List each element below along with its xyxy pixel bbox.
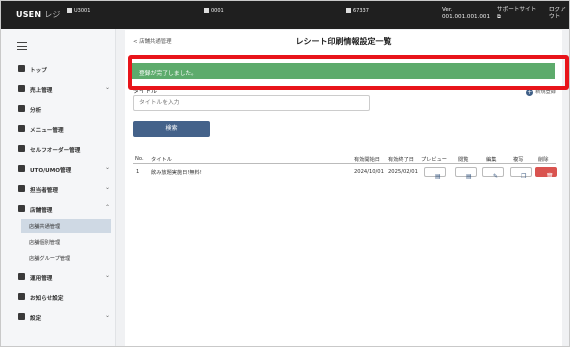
trash-icon: 🗑 [546,173,554,180]
sidebar-item-top[interactable]: トップ [1,61,116,77]
col-no: No. [135,156,144,162]
app-window: USEN レジ U3001 0001 67337 Ver. 001.001.00… [0,0,570,347]
people-icon [18,185,25,192]
highlight-box [128,55,569,90]
sidebar-item-analysis[interactable]: 分析 [1,101,116,117]
col-end-date: 有効終了日 [388,157,414,163]
col-preview: プレビュー [421,157,447,163]
row-end-date: 2025/02/01 [388,169,418,175]
sidebar: トップ 売上管理 ⌄ 分析 メニュー管理 セルフオーダー管理 UTO/UMO管理 ⌄… [1,29,116,346]
sidebar-item-operations[interactable]: 運用管理 ⌄ [1,269,116,285]
search-button[interactable]: 検索 [133,121,210,137]
chevron-down-icon: ⌄ [105,164,111,171]
terminal-id: 0001 [204,8,224,14]
col-delete: 削除 [538,157,549,163]
store-icon [67,8,72,13]
col-view: 閲覧 [458,157,469,163]
edit-button[interactable]: ✎ [482,167,504,180]
top-bar: USEN レジ U3001 0001 67337 Ver. 001.001.00… [1,1,569,29]
receipt-icon [18,85,25,92]
home-icon [18,65,25,72]
document-icon: ▤ [466,173,472,180]
tablet-icon [18,145,25,152]
preview-button[interactable]: ▤ [424,167,446,180]
sidebar-item-menu[interactable]: メニュー管理 [1,121,116,137]
col-copy: 複写 [513,157,524,163]
chevron-down-icon: ⌄ [105,84,111,91]
store-icon [18,205,25,212]
chevron-up-icon: ⌃ [105,204,111,211]
copy-icon: ❐ [521,173,527,180]
row-start-date: 2024/10/01 [354,169,384,175]
user-id: 67337 [346,8,369,14]
version-info: Ver. 001.001.001.001 [442,7,491,20]
sidebar-item-notifications[interactable]: お知らせ設定 [1,289,116,305]
sidebar-item-sales[interactable]: 売上管理 ⌄ [1,81,116,97]
page-title: レシート印刷情報設定一覧 [295,37,392,46]
col-title: タイトル [151,157,172,163]
store-code: U3001 [67,8,90,14]
title-search-input[interactable] [133,95,370,111]
chart-icon [18,105,25,112]
sidebar-item-staff[interactable]: 担当者管理 ⌄ [1,181,116,197]
document-icon: ▤ [435,173,441,180]
logout-link[interactable]: ログアウト [549,7,569,21]
menu-book-icon [18,125,25,132]
sidebar-item-settings[interactable]: 設定 ⌄ [1,309,116,325]
operations-icon [18,273,25,280]
plus-icon: + [526,89,534,96]
support-site-link[interactable]: サポートサイト ⧉ [497,7,536,21]
sidebar-item-uto-umo[interactable]: UTO/UMO管理 ⌄ [1,161,116,177]
gear-icon [18,313,25,320]
sidebar-subitem-store-common[interactable]: 店舗共通管理 [21,219,111,233]
chevron-down-icon: ⌄ [105,272,111,279]
row-no: 1 [136,169,140,175]
sidebar-item-store[interactable]: 店舗管理 ⌃ [1,201,116,217]
device-icon [18,165,25,172]
chevron-down-icon: ⌄ [105,312,111,319]
sidebar-item-self-order[interactable]: セルフオーダー管理 [1,141,116,157]
menu-icon[interactable] [17,42,27,50]
register-icon [204,8,209,13]
view-button[interactable]: ▤ [455,167,477,180]
pencil-icon: ✎ [493,173,499,180]
copy-button[interactable]: ❐ [510,167,532,180]
table-header: No. タイトル 有効開始日 有効終了日 プレビュー 閲覧 編集 複写 削除 [133,154,556,164]
col-start-date: 有効開始日 [354,157,380,163]
chevron-down-icon: ⌄ [105,184,111,191]
user-icon [346,8,351,13]
back-link[interactable]: < 店舗共通管理 [133,37,172,45]
table-row: 1 飲み放題実施日!無料! 2024/10/01 2025/02/01 ▤ ▤ … [133,165,557,180]
row-title: 飲み放題実施日!無料! [151,170,202,176]
bell-icon [18,293,25,300]
sidebar-subitem-store-group[interactable]: 店舗グループ管理 [21,251,111,265]
brand-logo: USEN レジ [16,10,61,19]
sidebar-subitem-store-individual[interactable]: 店舗個別管理 [21,235,111,249]
col-edit: 編集 [486,157,497,163]
delete-button[interactable]: 🗑 [535,167,557,180]
external-link-icon: ⧉ [497,14,501,20]
